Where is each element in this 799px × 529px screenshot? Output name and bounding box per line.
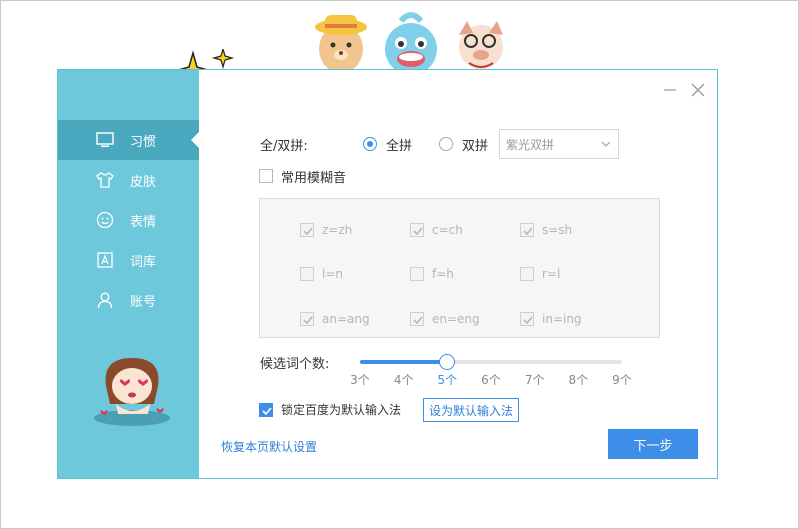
- fuzzy-options-panel: z=zh c=ch s=sh l=n f=h r=l an=ang en=eng…: [259, 198, 660, 338]
- monitor-icon: [96, 131, 114, 149]
- double-pinyin-label: 双拼: [462, 139, 489, 154]
- sidebar-item-label: 皮肤: [130, 174, 157, 190]
- fuzzy-option[interactable]: f=h: [410, 267, 454, 281]
- mascot-group: [301, 11, 531, 75]
- slider-tick-label[interactable]: 5个: [432, 371, 462, 388]
- sidebar-item-account[interactable]: 账号: [58, 280, 199, 320]
- slider-tick-label[interactable]: 9个: [607, 371, 637, 388]
- habits-panel: 全/双拼: 全拼 双拼 紫光双拼 常用模糊音 z=zh c=ch s=sh l=…: [199, 70, 717, 478]
- chevron-down-icon: [600, 138, 612, 150]
- slider-tick-label[interactable]: 8个: [563, 371, 593, 388]
- sidebar-item-dictionary[interactable]: 词库: [58, 240, 199, 280]
- fuzzy-option-label: c=ch: [432, 223, 463, 237]
- pig-mascot-icon: [459, 21, 503, 69]
- checkbox[interactable]: [410, 267, 424, 281]
- checkbox[interactable]: [410, 312, 424, 326]
- checkbox[interactable]: [410, 223, 424, 237]
- dictionary-icon: [96, 251, 114, 269]
- checkbox[interactable]: [300, 312, 314, 326]
- restore-defaults-link[interactable]: 恢复本页默认设置: [221, 438, 317, 455]
- girl-mascot-icon: [92, 352, 174, 428]
- fuzzy-option[interactable]: s=sh: [520, 223, 572, 237]
- slider-tick-label[interactable]: 6个: [476, 371, 506, 388]
- fuzzy-option-label: in=ing: [542, 312, 582, 326]
- checkbox[interactable]: [520, 267, 534, 281]
- candidate-count-slider[interactable]: [360, 354, 622, 370]
- common-fuzzy-label: 常用模糊音: [281, 171, 347, 186]
- lock-default-ime-checkbox[interactable]: [259, 403, 273, 417]
- checkbox[interactable]: [520, 223, 534, 237]
- checkbox[interactable]: [300, 223, 314, 237]
- checkbox[interactable]: [300, 267, 314, 281]
- fuzzy-option[interactable]: in=ing: [520, 312, 582, 326]
- user-icon: [96, 291, 114, 309]
- sidebar: 习惯 皮肤 表情 词库 账号: [58, 70, 199, 478]
- double-pinyin-radio[interactable]: [439, 137, 453, 151]
- fuzzy-option[interactable]: r=l: [520, 267, 560, 281]
- slider-tick-label[interactable]: 3个: [345, 371, 375, 388]
- bear-mascot-icon: [315, 15, 367, 73]
- active-pointer: [191, 132, 199, 148]
- sidebar-item-emoji[interactable]: 表情: [58, 200, 199, 240]
- common-fuzzy-checkbox[interactable]: [259, 169, 273, 183]
- candidate-count-label: 候选词个数:: [260, 357, 330, 372]
- shirt-icon: [96, 171, 114, 189]
- sidebar-item-habits[interactable]: 习惯: [58, 120, 199, 160]
- set-default-ime-button[interactable]: 设为默认输入法: [423, 398, 519, 422]
- scheme-value: 紫光双拼: [506, 138, 555, 152]
- slider-thumb[interactable]: [439, 354, 456, 370]
- settings-dialog: 习惯 皮肤 表情 词库 账号 全/双拼: 全拼 双拼 紫光双拼 常用模糊音 z=…: [57, 69, 718, 479]
- fuzzy-option[interactable]: z=zh: [300, 223, 352, 237]
- next-button[interactable]: 下一步: [608, 429, 698, 459]
- fuzzy-option-label: s=sh: [542, 223, 573, 237]
- pinyin-mode-label: 全/双拼:: [260, 139, 308, 154]
- lock-default-ime-label: 锁定百度为默认输入法: [281, 403, 402, 417]
- slider-fill: [360, 360, 448, 364]
- checkmark-icon: [262, 407, 272, 416]
- sidebar-item-label: 习惯: [130, 134, 157, 150]
- fuzzy-option-label: l=n: [322, 267, 343, 281]
- fuzzy-option[interactable]: c=ch: [410, 223, 463, 237]
- sidebar-item-label: 账号: [130, 294, 157, 310]
- checkbox[interactable]: [520, 312, 534, 326]
- slider-tick-label[interactable]: 7个: [520, 371, 550, 388]
- fuzzy-option[interactable]: l=n: [300, 267, 343, 281]
- smiley-icon: [96, 211, 114, 229]
- sidebar-item-label: 词库: [130, 254, 157, 270]
- fuzzy-option-label: r=l: [542, 267, 561, 281]
- fuzzy-option-label: en=eng: [432, 312, 480, 326]
- fuzzy-option-label: an=ang: [322, 312, 370, 326]
- fuzzy-option[interactable]: an=ang: [300, 312, 370, 326]
- fuzzy-option[interactable]: en=eng: [410, 312, 480, 326]
- sidebar-item-skins[interactable]: 皮肤: [58, 160, 199, 200]
- full-pinyin-radio[interactable]: [363, 137, 377, 151]
- fuzzy-option-label: z=zh: [322, 223, 353, 237]
- full-pinyin-label: 全拼: [386, 139, 413, 154]
- fuzzy-option-label: f=h: [432, 267, 454, 281]
- sidebar-item-label: 表情: [130, 214, 157, 230]
- blue-mascot-icon: [385, 12, 437, 75]
- slider-tick-label[interactable]: 4个: [389, 371, 419, 388]
- double-pinyin-scheme-select[interactable]: 紫光双拼: [499, 129, 619, 159]
